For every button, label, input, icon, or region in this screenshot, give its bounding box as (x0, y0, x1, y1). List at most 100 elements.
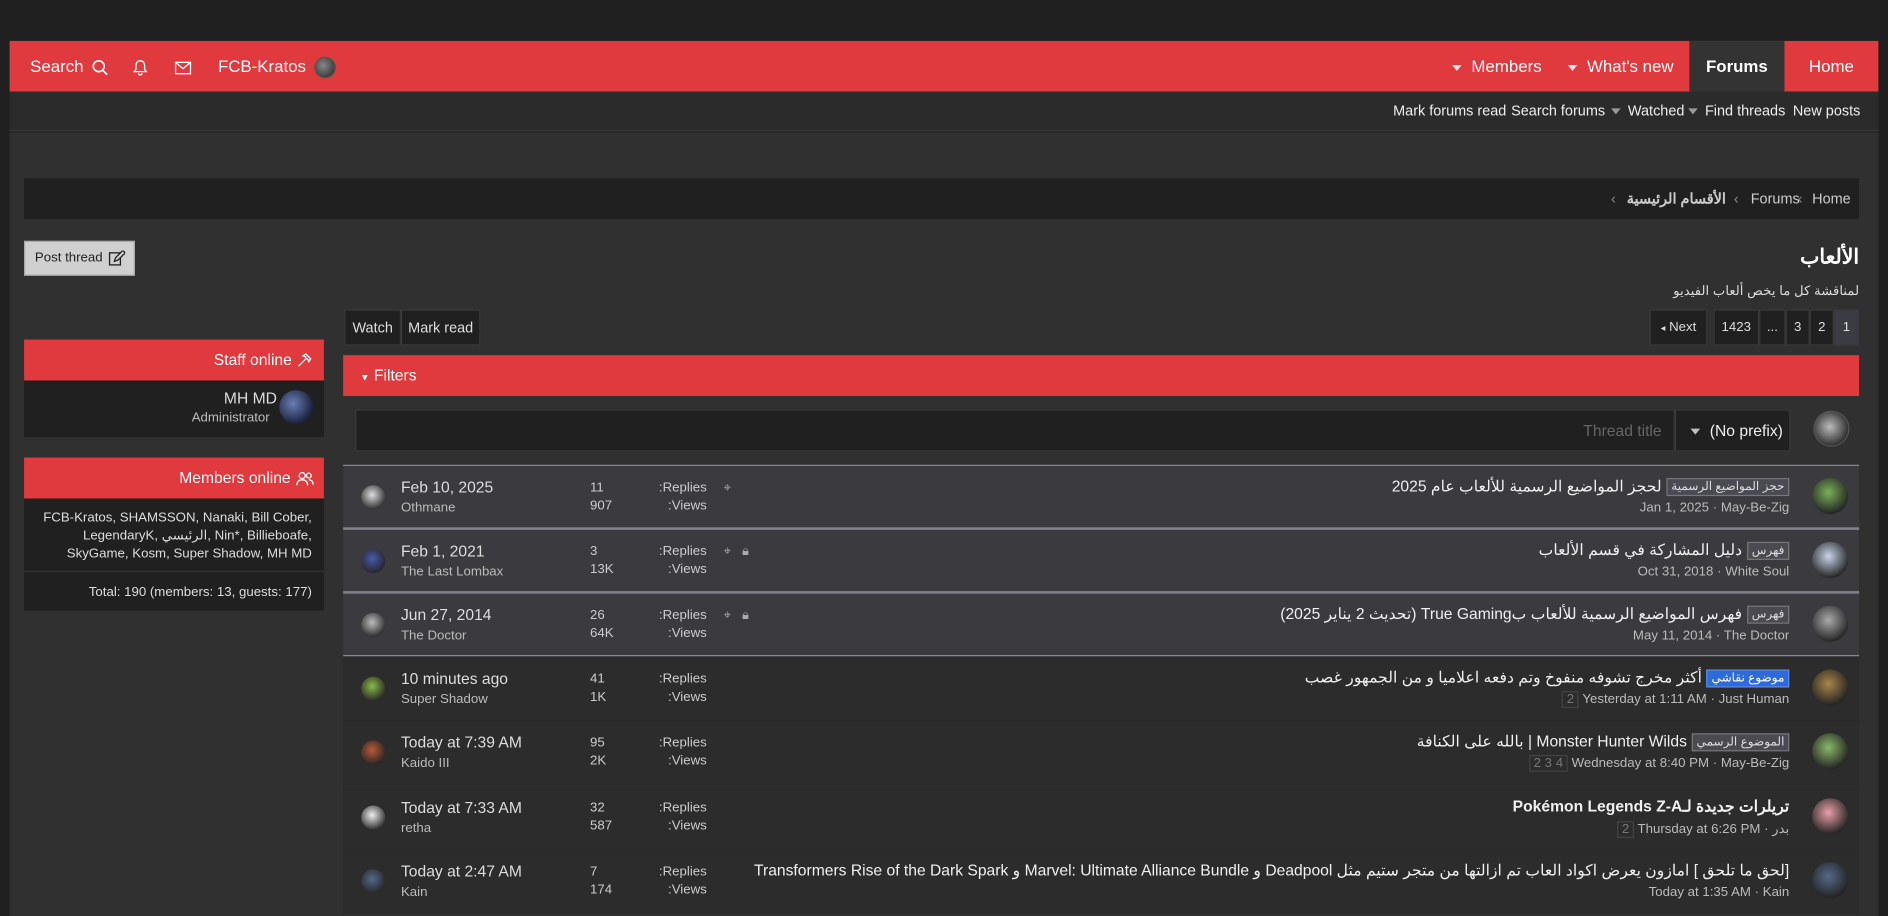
thread-author[interactable]: May-Be-Zig (1721, 756, 1789, 770)
new-posts-link[interactable]: New posts (1793, 92, 1860, 132)
thread-row[interactable]: [لحق ما تلحق ] امازون يعرض اكواد العاب ت… (343, 850, 1860, 914)
avatar[interactable] (1812, 605, 1849, 642)
chevron-down-icon (1452, 64, 1462, 71)
thread-author[interactable]: White Soul (1725, 565, 1789, 579)
avatar[interactable] (361, 485, 386, 510)
avatar[interactable] (1812, 669, 1849, 706)
edit-icon (109, 249, 127, 266)
avatar[interactable] (361, 805, 386, 830)
breadcrumb-forums[interactable]: Forums (1751, 178, 1800, 219)
search-forums-link[interactable]: Search forums (1511, 92, 1605, 132)
thread-title[interactable]: أكثر مخرج تشوفه منفوخ وتم دفعه اعلاميا و… (1305, 668, 1702, 686)
avatar[interactable] (1812, 862, 1849, 899)
nav-forums[interactable]: Forums (1689, 40, 1785, 92)
bell-icon[interactable] (132, 41, 148, 92)
thread-meta: May 11, 2014 · The Doctor (1632, 628, 1790, 643)
pagination-page-current[interactable]: 1 (1833, 309, 1860, 346)
avatar[interactable] (361, 549, 386, 574)
pagination-ellipsis[interactable]: ... (1759, 309, 1786, 346)
avatar[interactable] (361, 612, 386, 637)
thread-row[interactable]: الموضوع الرسميMonster Hunter Wilds | بال… (343, 721, 1860, 786)
avatar[interactable] (1812, 478, 1849, 515)
avatar[interactable] (361, 869, 386, 894)
last-post-user[interactable]: Kaido III (401, 756, 450, 770)
staff-name[interactable]: MH MD (224, 389, 277, 407)
views-label: Views: (668, 882, 707, 898)
avatar[interactable] (279, 390, 314, 424)
last-post-user[interactable]: The Doctor (401, 629, 467, 643)
thread-meta: 2 Yesterday at 1:11 AM · Just Human (1559, 691, 1790, 708)
thread-title[interactable]: دليل المشاركة في قسم الألعاب (1539, 541, 1743, 559)
breadcrumb-section[interactable]: الأقسام الرئيسية (1627, 178, 1726, 219)
chevron-left-icon: ‹ (1611, 190, 1616, 208)
thread-prefix[interactable]: الموضوع الرسمي (1691, 733, 1790, 752)
nav-whats-new[interactable]: What's new (1567, 41, 1674, 92)
user-menu[interactable]: FCB-Kratos (218, 41, 336, 92)
thread-row[interactable]: موضوع نقاشيأكثر مخرج تشوفه منفوخ وتم دفع… (343, 657, 1860, 722)
pagination-page[interactable]: 1423 (1713, 309, 1760, 346)
last-post-user[interactable]: retha (401, 821, 431, 835)
thread-row[interactable]: فهرسفهرس المواضيع الرسمية للألعاب بTrue … (343, 592, 1860, 657)
envelope-icon[interactable] (174, 41, 192, 92)
thread-row[interactable]: حجز المواضيع الرسميةلحجز المواضيع الرسمي… (343, 464, 1860, 529)
thread-prefix[interactable]: حجز المواضيع الرسمية (1666, 478, 1790, 497)
nav-home[interactable]: Home (1784, 41, 1878, 92)
mark-forums-read-link[interactable]: Mark forums read (1393, 92, 1506, 132)
avatar[interactable] (1812, 733, 1849, 770)
thread-title[interactable]: تريلرات جديدة لـPokémon Legends Z-A (1513, 797, 1790, 815)
thread-title[interactable]: Monster Hunter Wilds | بالله على الكنافة (1417, 732, 1687, 750)
avatar[interactable] (361, 676, 386, 701)
watched-link[interactable]: Watched (1611, 92, 1684, 132)
thread-prefix[interactable]: فهرس (1746, 541, 1790, 560)
thread-title[interactable]: فهرس المواضيع الرسمية للألعاب بTrue Gami… (1280, 604, 1742, 622)
avatar[interactable] (361, 740, 386, 765)
prefix-select[interactable]: (No prefix) (1674, 409, 1791, 452)
last-post-date[interactable]: Today at 7:33 AM (401, 798, 522, 816)
thread-author[interactable]: Kain (1763, 885, 1790, 899)
breadcrumb-home[interactable]: Home (1812, 178, 1851, 219)
thread-title[interactable]: لحجز المواضيع الرسمية للألعاب عام 2025 (1392, 477, 1662, 495)
avatar (314, 56, 336, 79)
thread-meta: Today at 1:35 AM · Kain (1648, 884, 1790, 900)
thread-title[interactable]: [لحق ما تلحق ] امازون يعرض اكواد العاب ت… (754, 861, 1789, 879)
thread-author[interactable]: The Doctor (1724, 629, 1790, 643)
last-post-date[interactable]: Jun 27, 2014 (401, 606, 492, 624)
avatar[interactable] (1812, 798, 1849, 835)
thread-prefix[interactable]: موضوع نقاشي (1706, 669, 1790, 688)
members-line[interactable]: SkyGame, Kosm, Super Shadow, MH MD (43, 545, 312, 563)
last-post-date[interactable]: 10 minutes ago (401, 669, 508, 687)
staff-role: Administrator (191, 410, 270, 426)
last-post-date[interactable]: Feb 10, 2025 (401, 478, 493, 496)
last-post-user[interactable]: Super Shadow (401, 692, 488, 706)
pagination-next[interactable]: ◂ Next (1649, 309, 1708, 346)
last-post-date[interactable]: Today at 2:47 AM (401, 862, 522, 880)
pagination-page[interactable]: 3 (1785, 309, 1810, 346)
last-post-date[interactable]: Feb 1, 2021 (401, 542, 485, 560)
mark-read-button[interactable]: Mark read (400, 309, 481, 346)
watch-button[interactable]: Watch (344, 309, 401, 346)
thread-prefix[interactable]: فهرس (1746, 605, 1790, 624)
post-thread-button[interactable]: Post thread (24, 240, 135, 276)
thread-title-input[interactable]: Thread title (355, 409, 1675, 452)
nav-members[interactable]: Members (1452, 41, 1542, 92)
thread-row[interactable]: تريلرات جديدة لـPokémon Legends Z-A 2 Thu… (343, 786, 1860, 851)
views-label: Views: (668, 818, 707, 834)
filters-bar[interactable]: ▼ Filters (343, 355, 1860, 397)
last-post-user[interactable]: Kain (401, 885, 428, 899)
thread-author[interactable]: Just Human (1719, 692, 1790, 706)
thread-pages[interactable]: 2 (1617, 821, 1635, 839)
last-post-user[interactable]: Othmane (401, 501, 455, 515)
thread-pages[interactable]: 2 3 4 (1528, 754, 1568, 772)
thread-row[interactable]: فهرسدليل المشاركة في قسم الألعاب Oct 31, … (343, 528, 1860, 593)
last-post-user[interactable]: The Last Lombax (401, 565, 503, 579)
avatar[interactable] (1812, 541, 1849, 578)
members-line[interactable]: FCB-Kratos, SHAMSSON, Nanaki, Bill Cober… (43, 509, 312, 527)
thread-author[interactable]: بدر (1772, 822, 1789, 836)
pagination-page[interactable]: 2 (1809, 309, 1834, 346)
members-line[interactable]: LegendaryK, الرئيسي, Nin*, Billieboafe, (43, 527, 312, 545)
last-post-date[interactable]: Today at 7:39 AM (401, 733, 522, 751)
find-threads-link[interactable]: Find threads (1688, 92, 1785, 132)
thread-pages[interactable]: 2 (1561, 691, 1579, 708)
search-link[interactable]: Search (30, 41, 109, 92)
thread-author[interactable]: May-Be-Zig (1721, 501, 1789, 515)
